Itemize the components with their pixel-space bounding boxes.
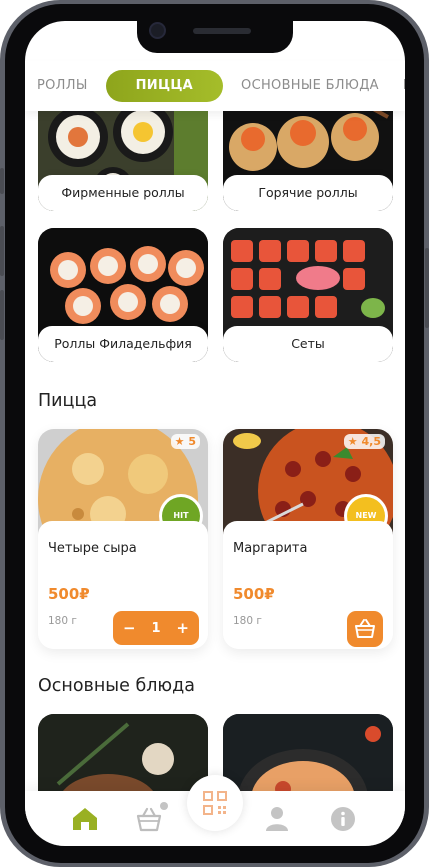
nav-info[interactable] (327, 804, 359, 834)
tab-main-dishes[interactable]: ОСНОВНЫЕ БЛЮДА (229, 70, 391, 102)
volume-down-button (0, 290, 4, 340)
qr-icon (203, 791, 227, 815)
volume-up-button (0, 226, 4, 276)
product-card-four-cheese[interactable]: ★ 5 HIT Четыре сыра 500₽ 180 г − 1 + (38, 429, 208, 649)
quantity-value: 1 (151, 620, 161, 636)
basket-icon (355, 619, 375, 638)
section-title-main-dishes: Основные блюда (38, 676, 195, 696)
qr-scan-button[interactable] (187, 775, 243, 831)
info-icon (331, 807, 355, 831)
product-weight: 180 г (48, 615, 77, 627)
category-label: Роллы Филадельфия (38, 326, 208, 362)
product-price: 500₽ (233, 585, 275, 603)
tab-rolls[interactable]: РОЛЛЫ (25, 70, 100, 102)
category-card-signature-rolls[interactable]: Фирменные роллы (38, 111, 208, 211)
tab-pizza[interactable]: ПИЦЦА (105, 70, 224, 102)
category-label: Сеты (223, 326, 393, 362)
product-info: Четыре сыра 500₽ 180 г − 1 + (38, 521, 208, 649)
product-name: Маргарита (233, 541, 308, 556)
category-card-hot-rolls[interactable]: Горячие роллы (223, 111, 393, 211)
cart-icon (136, 807, 162, 832)
category-tabs: РОЛЛЫ ПИЦЦА ОСНОВНЫЕ БЛЮДА Н (25, 61, 405, 111)
nav-home[interactable] (69, 804, 101, 834)
rating-badge: ★ 5 (170, 434, 200, 449)
rating-badge: ★ 4,5 (343, 434, 385, 449)
product-price: 500₽ (48, 585, 90, 603)
category-card-philadelphia[interactable]: Роллы Филадельфия (38, 228, 208, 362)
nav-profile[interactable] (261, 804, 293, 834)
nav-cart[interactable] (133, 802, 168, 834)
product-name: Четыре сыра (48, 541, 137, 556)
home-icon (73, 808, 97, 830)
mute-switch (0, 168, 4, 194)
product-card-margherita[interactable]: ★ 4,5 NEW Маргарита 500₽ 180 г (223, 429, 393, 649)
notch (137, 21, 293, 53)
camera-icon (149, 22, 166, 39)
quantity-stepper: − 1 + (113, 611, 199, 645)
tab-next[interactable]: Н (391, 70, 405, 102)
section-title-pizza: Пицца (38, 391, 98, 411)
profile-icon (266, 807, 288, 831)
product-info: Маргарита 500₽ 180 г (223, 521, 393, 649)
cart-indicator-dot (160, 802, 168, 810)
speaker-grille (193, 28, 251, 34)
power-button (425, 248, 429, 328)
menu-content: Фирменные роллы Горячие роллы Роллы Фила… (25, 111, 405, 846)
bottom-navigation (25, 775, 405, 846)
product-weight: 180 г (233, 615, 262, 627)
add-to-cart-button[interactable] (347, 611, 383, 647)
category-label: Фирменные роллы (38, 175, 208, 211)
category-card-sets[interactable]: Сеты (223, 228, 393, 362)
category-label: Горячие роллы (223, 175, 393, 211)
decrement-button[interactable]: − (123, 619, 136, 637)
increment-button[interactable]: + (176, 619, 189, 637)
app-screen: РОЛЛЫ ПИЦЦА ОСНОВНЫЕ БЛЮДА Н Фирменные р… (25, 21, 405, 846)
